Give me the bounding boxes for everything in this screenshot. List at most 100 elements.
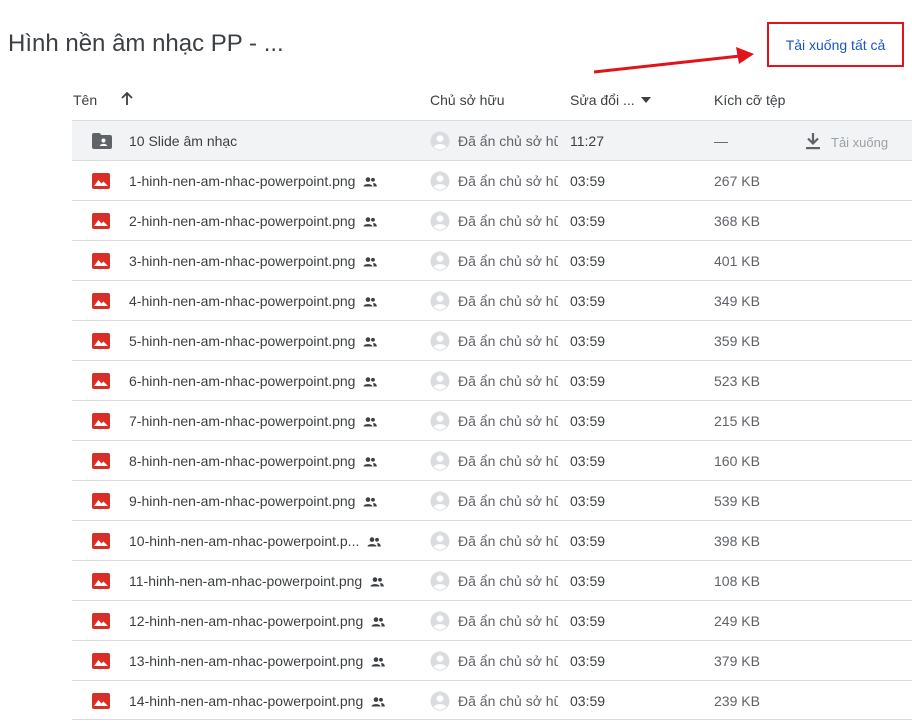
people-icon — [363, 494, 378, 510]
file-name: 3-hinh-nen-am-nhac-powerpoint.png — [129, 253, 356, 269]
image-file-icon — [92, 653, 110, 669]
file-size: 239 KB — [714, 693, 760, 709]
people-icon — [363, 454, 378, 470]
account-circle-icon — [430, 491, 450, 511]
folder-row[interactable]: 10 Slide âm nhạc Đã ẩn chủ sở hữu 11:27 … — [72, 120, 912, 160]
folder-shared-icon — [92, 133, 112, 149]
people-icon — [371, 694, 386, 710]
account-circle-icon — [430, 691, 450, 711]
account-circle-icon — [430, 651, 450, 671]
file-name: 14-hinh-nen-am-nhac-powerpoint.png — [129, 693, 364, 709]
owner-text: Đã ẩn chủ sở hữu — [458, 533, 558, 549]
file-name: 6-hinh-nen-am-nhac-powerpoint.png — [129, 373, 356, 389]
file-size: 108 KB — [714, 573, 760, 589]
sort-arrow-up-icon[interactable] — [120, 91, 134, 109]
download-button[interactable]: Tải xuống — [805, 132, 888, 153]
table-row[interactable]: 7-hinh-nen-am-nhac-powerpoint.png Đã ẩn … — [72, 400, 912, 440]
modified-time: 03:59 — [570, 333, 606, 349]
table-header: Tên Chủ sở hữu Sửa đổi ... Kích cỡ tệp — [72, 80, 912, 120]
modified-time: 03:59 — [570, 253, 606, 269]
table-row[interactable]: 10-hinh-nen-am-nhac-powerpoint.p... Đã ẩ… — [72, 520, 912, 560]
file-size: 267 KB — [714, 173, 760, 189]
modified-time: 03:59 — [570, 213, 606, 229]
account-circle-icon — [430, 331, 450, 351]
table-row[interactable]: 11-hinh-nen-am-nhac-powerpoint.png Đã ẩn… — [72, 560, 912, 600]
table-row[interactable]: 4-hinh-nen-am-nhac-powerpoint.png Đã ẩn … — [72, 280, 912, 320]
file-name: 11-hinh-nen-am-nhac-powerpoint.png — [129, 573, 363, 589]
owner-text: Đã ẩn chủ sở hữu — [458, 493, 558, 509]
owner-text: Đã ẩn chủ sở hữu — [458, 133, 558, 149]
account-circle-icon — [430, 531, 450, 551]
modified-time: 03:59 — [570, 413, 606, 429]
account-circle-icon — [430, 251, 450, 271]
column-header-size[interactable]: Kích cỡ tệp — [714, 92, 785, 108]
table-row[interactable]: 1-hinh-nen-am-nhac-powerpoint.png Đã ẩn … — [72, 160, 912, 200]
page-title: Hình nền âm nhạc PP - ... — [8, 30, 284, 57]
file-name: 4-hinh-nen-am-nhac-powerpoint.png — [129, 293, 356, 309]
people-icon — [363, 374, 378, 390]
column-header-modified[interactable]: Sửa đổi ... — [570, 92, 651, 108]
file-name: 7-hinh-nen-am-nhac-powerpoint.png — [129, 413, 356, 429]
people-icon — [371, 614, 386, 630]
account-circle-icon — [430, 411, 450, 431]
column-header-name[interactable]: Tên — [73, 92, 97, 108]
owner-text: Đã ẩn chủ sở hữu — [458, 413, 558, 429]
image-file-icon — [92, 693, 110, 709]
owner-text: Đã ẩn chủ sở hữu — [458, 253, 558, 269]
file-size: 523 KB — [714, 373, 760, 389]
file-name: 5-hinh-nen-am-nhac-powerpoint.png — [129, 333, 356, 349]
account-circle-icon — [430, 371, 450, 391]
file-size: 249 KB — [714, 613, 760, 629]
account-circle-icon — [430, 291, 450, 311]
people-icon — [363, 214, 378, 230]
image-file-icon — [92, 613, 110, 629]
file-name: 2-hinh-nen-am-nhac-powerpoint.png — [129, 213, 356, 229]
owner-text: Đã ẩn chủ sở hữu — [458, 653, 558, 669]
image-file-icon — [92, 453, 110, 469]
table-row[interactable]: 14-hinh-nen-am-nhac-powerpoint.png Đã ẩn… — [72, 680, 912, 720]
modified-time: 11:27 — [570, 133, 604, 149]
account-circle-icon — [430, 611, 450, 631]
modified-time: 03:59 — [570, 533, 606, 549]
table-row[interactable]: 8-hinh-nen-am-nhac-powerpoint.png Đã ẩn … — [72, 440, 912, 480]
account-circle-icon — [430, 171, 450, 191]
dropdown-triangle-icon — [640, 97, 651, 103]
owner-text: Đã ẩn chủ sở hữu — [458, 693, 558, 709]
account-circle-icon — [430, 131, 450, 151]
file-size: 401 KB — [714, 253, 760, 269]
table-row[interactable]: 12-hinh-nen-am-nhac-powerpoint.png Đã ẩn… — [72, 600, 912, 640]
account-circle-icon — [430, 451, 450, 471]
file-size: 539 KB — [714, 493, 760, 509]
owner-text: Đã ẩn chủ sở hữu — [458, 333, 558, 349]
table-row[interactable]: 13-hinh-nen-am-nhac-powerpoint.png Đã ẩn… — [72, 640, 912, 680]
image-file-icon — [92, 253, 110, 269]
table-row[interactable]: 6-hinh-nen-am-nhac-powerpoint.png Đã ẩn … — [72, 360, 912, 400]
image-file-icon — [92, 493, 110, 509]
download-all-highlight: Tải xuống tất cả — [767, 22, 904, 67]
file-size: 368 KB — [714, 213, 760, 229]
people-icon — [363, 414, 378, 430]
file-size: 359 KB — [714, 333, 760, 349]
owner-text: Đã ẩn chủ sở hữu — [458, 613, 558, 629]
file-list: 10 Slide âm nhạc Đã ẩn chủ sở hữu 11:27 … — [72, 120, 912, 720]
table-row[interactable]: 9-hinh-nen-am-nhac-powerpoint.png Đã ẩn … — [72, 480, 912, 520]
image-file-icon — [92, 333, 110, 349]
download-all-button[interactable]: Tải xuống tất cả — [786, 37, 886, 53]
modified-time: 03:59 — [570, 613, 606, 629]
owner-text: Đã ẩn chủ sở hữu — [458, 453, 558, 469]
image-file-icon — [92, 533, 110, 549]
image-file-icon — [92, 213, 110, 229]
owner-text: Đã ẩn chủ sở hữu — [458, 293, 558, 309]
file-name: 10 Slide âm nhạc — [129, 133, 238, 149]
file-size: 349 KB — [714, 293, 760, 309]
people-icon — [367, 534, 382, 550]
file-size: 160 KB — [714, 453, 760, 469]
file-name: 1-hinh-nen-am-nhac-powerpoint.png — [129, 173, 356, 189]
image-file-icon — [92, 373, 110, 389]
table-row[interactable]: 5-hinh-nen-am-nhac-powerpoint.png Đã ẩn … — [72, 320, 912, 360]
people-icon — [370, 574, 385, 590]
column-header-owner[interactable]: Chủ sở hữu — [430, 92, 505, 108]
table-row[interactable]: 3-hinh-nen-am-nhac-powerpoint.png Đã ẩn … — [72, 240, 912, 280]
table-row[interactable]: 2-hinh-nen-am-nhac-powerpoint.png Đã ẩn … — [72, 200, 912, 240]
modified-time: 03:59 — [570, 573, 606, 589]
